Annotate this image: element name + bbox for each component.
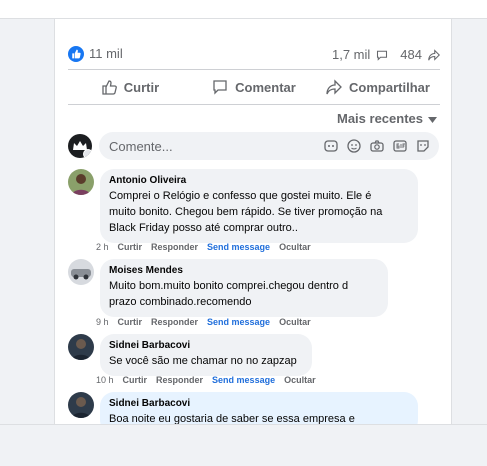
gif-icon[interactable] — [392, 138, 408, 154]
like-link[interactable]: Curtir — [123, 375, 148, 385]
share-icon — [326, 79, 342, 95]
avatar[interactable] — [68, 392, 94, 418]
chevron-down-icon — [83, 149, 92, 158]
post-card: 11 mil 1,7 mil 484 Curtir Comentar Compa… — [54, 19, 452, 424]
comment-label: Comentar — [235, 79, 296, 95]
sort-label: Mais recentes — [337, 111, 423, 126]
comment-author[interactable]: Moises Mendes — [109, 265, 379, 276]
comment-button[interactable]: Comentar — [192, 75, 316, 99]
send-message-link[interactable]: Send message — [207, 317, 270, 327]
post-actions: Curtir Comentar Compartilhar — [68, 75, 440, 99]
post-stats: 11 mil 1,7 mil 484 — [68, 44, 440, 64]
like-link[interactable]: Curtir — [118, 317, 143, 327]
stat-right: 1,7 mil 484 — [332, 47, 440, 62]
sort-dropdown[interactable]: Mais recentes — [337, 111, 437, 126]
comment-text: Comprei o Relógio e confesso que gostei … — [109, 190, 383, 234]
caret-down-icon — [428, 111, 437, 126]
comment-author[interactable]: Sidnei Barbacovi — [109, 398, 409, 409]
share-count-icon — [428, 48, 440, 61]
avatar[interactable] — [68, 334, 94, 360]
thumbs-up-icon — [101, 79, 117, 95]
comment-text: Boa noite eu gostaria de saber se essa e… — [109, 413, 355, 424]
hide-link[interactable]: Ocultar — [284, 375, 316, 385]
divider — [68, 104, 440, 105]
comment-text: Muito bom.muito bonito comprei.chegou de… — [109, 280, 349, 308]
camera-icon[interactable] — [369, 138, 385, 154]
comment-time[interactable]: 9 h — [96, 317, 109, 327]
divider — [68, 69, 440, 70]
share-count[interactable]: 484 — [400, 47, 422, 62]
avatar[interactable] — [68, 169, 94, 195]
comment-text: Se você são me chamar no no zapzap — [109, 355, 297, 367]
comment-bubble: Antonio Oliveira Comprei o Relógio e con… — [100, 169, 418, 243]
comment-time[interactable]: 2 h — [96, 242, 109, 252]
emoji-icon[interactable] — [346, 138, 362, 154]
share-label: Compartilhar — [349, 79, 430, 95]
reply-link[interactable]: Responder — [151, 317, 198, 327]
comment-author[interactable]: Antonio Oliveira — [109, 175, 409, 186]
like-label: Curtir — [123, 79, 160, 95]
like-link[interactable]: Curtir — [118, 242, 143, 252]
like-reaction-icon[interactable] — [68, 46, 84, 62]
share-button[interactable]: Compartilhar — [316, 75, 440, 99]
bottom-bar — [0, 424, 487, 466]
comment-meta: 10 h Curtir Responder Send message Ocult… — [96, 375, 316, 385]
comment-meta: 2 h Curtir Responder Send message Oculta… — [96, 242, 311, 252]
reply-link[interactable]: Responder — [151, 242, 198, 252]
comment-author[interactable]: Sidnei Barbacovi — [109, 340, 303, 351]
comment-input[interactable]: Comente... — [99, 132, 439, 160]
top-bar — [0, 0, 487, 19]
hide-link[interactable]: Ocultar — [279, 317, 311, 327]
comment-count-icon — [376, 49, 388, 61]
current-user-avatar[interactable] — [68, 134, 92, 158]
comment-bubble: Sidnei Barbacovi Se você são me chamar n… — [100, 334, 312, 376]
comment-bubble: Moises Mendes Muito bom.muito bonito com… — [100, 259, 388, 317]
comment-meta: 9 h Curtir Responder Send message Oculta… — [96, 317, 311, 327]
comment-icon — [212, 79, 228, 95]
comment-bubble: Sidnei Barbacovi Boa noite eu gostaria d… — [100, 392, 418, 424]
sticker-icon[interactable] — [323, 138, 339, 154]
reply-link[interactable]: Responder — [156, 375, 203, 385]
comment-placeholder: Comente... — [109, 139, 173, 154]
comment-time[interactable]: 10 h — [96, 375, 114, 385]
hide-link[interactable]: Ocultar — [279, 242, 311, 252]
comment-count[interactable]: 1,7 mil — [332, 47, 370, 62]
avatar[interactable] — [68, 259, 94, 285]
sticker-face-icon[interactable] — [415, 138, 431, 154]
like-count[interactable]: 11 mil — [89, 46, 123, 61]
composer-icons — [323, 138, 431, 154]
send-message-link[interactable]: Send message — [212, 375, 275, 385]
like-button[interactable]: Curtir — [68, 75, 192, 99]
send-message-link[interactable]: Send message — [207, 242, 270, 252]
